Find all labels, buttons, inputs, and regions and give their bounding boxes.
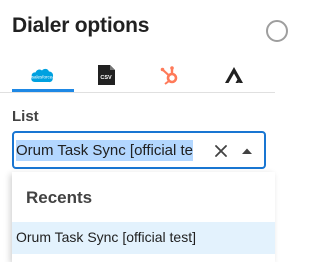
list-label: List (12, 108, 39, 125)
list-dropdown: Recents Orum Task Sync [official test] (12, 172, 275, 262)
integration-tabs: salesforce CSV (0, 58, 275, 93)
page-title: Dialer options (12, 14, 150, 37)
tab-salesforce[interactable]: salesforce (22, 58, 62, 92)
csv-file-icon: CSV (98, 65, 115, 85)
toggle-dropdown-button[interactable] (236, 140, 258, 162)
list-select-input[interactable]: Orum Task Sync [official te (16, 140, 212, 162)
close-icon (215, 145, 227, 157)
caret-up-icon (242, 148, 252, 154)
csv-icon-label: CSV (100, 75, 112, 81)
close-panel-button[interactable] (266, 20, 288, 42)
list-select-value: Orum Task Sync [official te (16, 140, 194, 161)
salesforce-icon-label: salesforce (32, 74, 53, 79)
list-select[interactable]: Orum Task Sync [official te (12, 131, 266, 169)
list-option[interactable]: Orum Task Sync [official test] (12, 222, 275, 254)
list-option-label: Orum Task Sync [official test] (16, 229, 196, 245)
group-header-recents: Recents (26, 188, 93, 207)
apollo-icon (225, 67, 243, 83)
hubspot-icon (160, 66, 178, 85)
clear-selection-button[interactable] (210, 140, 232, 162)
tab-hubspot[interactable] (150, 58, 190, 92)
salesforce-icon: salesforce (31, 68, 54, 82)
tab-apollo[interactable] (214, 58, 254, 92)
active-tab-indicator (12, 89, 74, 92)
tab-csv[interactable]: CSV (86, 58, 126, 92)
